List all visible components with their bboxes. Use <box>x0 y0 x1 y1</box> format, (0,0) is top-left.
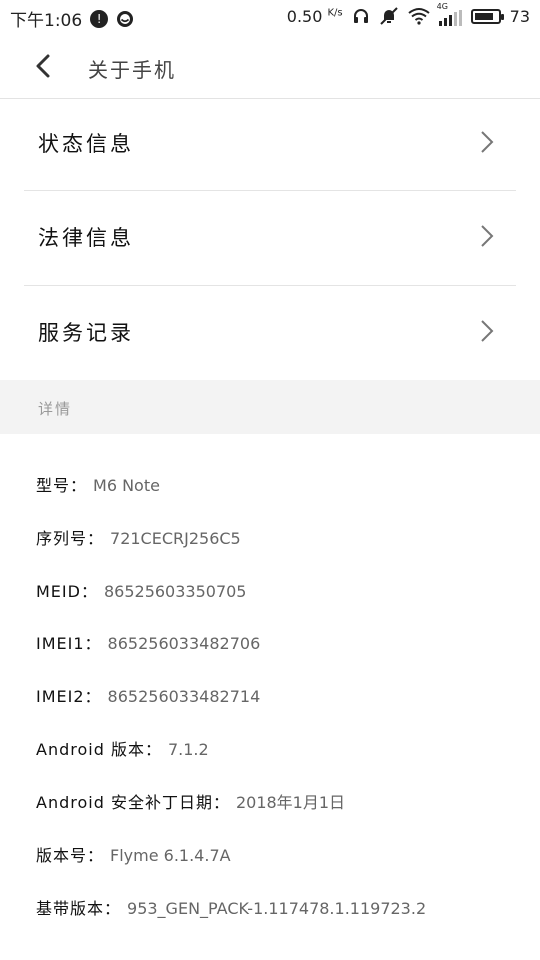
detail-imei2: IMEI2： 865256033482714 <box>36 687 261 706</box>
network-speed: 0.50 K/s <box>286 6 343 26</box>
section-label: 详情 <box>38 400 73 418</box>
detail-meid: MEID： 86525603350705 <box>36 582 247 601</box>
detail-baseband-version: 基带版本： 953_GEN_PACK-1.117478.1.119723.2 <box>36 899 427 918</box>
detail-serial-number: 序列号： 721CECRJ256C5 <box>36 529 241 548</box>
menu-item-label: 状态信息 <box>38 132 134 156</box>
detail-imei1: IMEI1： 865256033482706 <box>36 634 261 653</box>
alert-circle-icon: ! <box>90 9 109 28</box>
app-bar: 关于手机 <box>0 34 540 99</box>
menu-item-label: 服务记录 <box>38 321 134 345</box>
menu-item-status-info[interactable]: 状态信息 <box>0 96 540 190</box>
back-button[interactable] <box>30 50 60 82</box>
signal-icon: 4G <box>437 2 462 26</box>
detail-android-version: Android 版本： 7.1.2 <box>36 740 209 759</box>
detail-build-number: 版本号： Flyme 6.1.4.7A <box>36 846 231 865</box>
chevron-right-icon <box>481 320 494 342</box>
status-time: 下午1:06 <box>10 11 83 31</box>
menu-item-service-records[interactable]: 服务记录 <box>0 285 540 379</box>
status-bar: 下午1:06 ! 0.50 K/s 4G 73 <box>0 0 540 34</box>
section-header-details: 详情 <box>0 380 540 434</box>
menu-item-label: 法律信息 <box>38 226 134 250</box>
menu-item-legal-info[interactable]: 法律信息 <box>0 190 540 284</box>
wifi-icon <box>408 7 430 25</box>
smiley-icon <box>116 10 134 28</box>
headphones-icon <box>352 7 370 25</box>
battery-icon <box>470 8 504 24</box>
page-title: 关于手机 <box>88 58 176 82</box>
detail-model: 型号： M6 Note <box>36 476 160 495</box>
chevron-left-icon <box>36 54 50 78</box>
battery-level: 73 <box>509 6 530 26</box>
mute-icon <box>379 7 399 25</box>
detail-security-patch-date: Android 安全补丁日期： 2018年1月1日 <box>36 793 346 812</box>
chevron-right-icon <box>481 225 494 247</box>
chevron-right-icon <box>481 131 494 153</box>
